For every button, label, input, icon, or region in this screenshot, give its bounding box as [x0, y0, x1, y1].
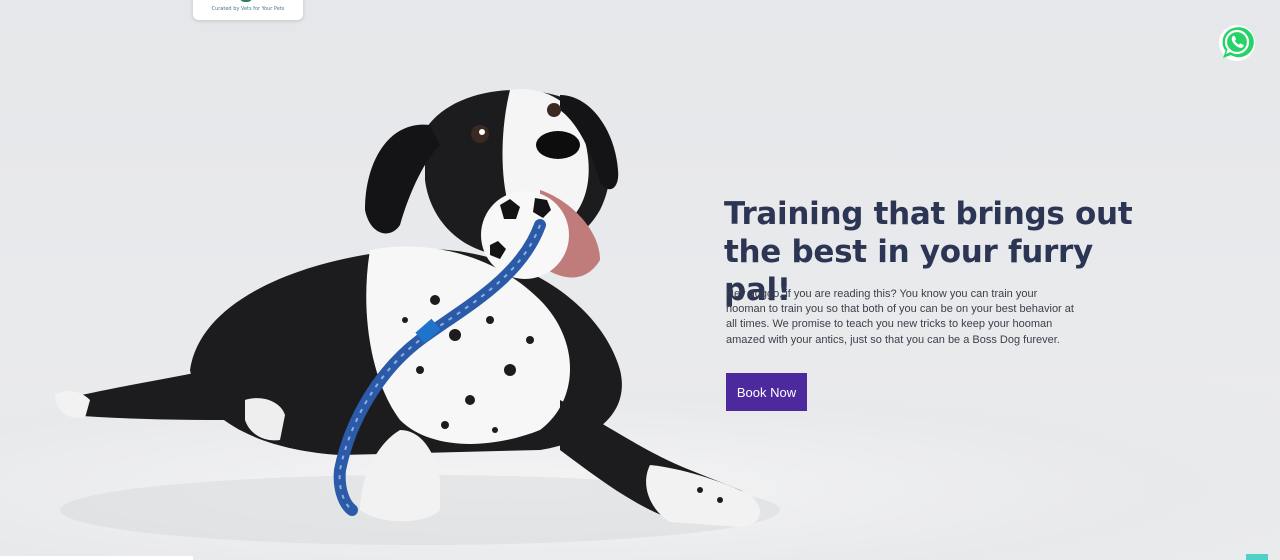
hero-description: Hey doggo, if you are reading this? You …: [726, 288, 1074, 346]
whatsapp-icon[interactable]: [1217, 23, 1257, 63]
site-logo[interactable]: Curated by Vets for Your Pets: [193, 0, 303, 20]
bottom-divider: [0, 556, 193, 560]
hero-section: Curated by Vets for Your Pets Training t…: [0, 0, 1280, 560]
logo-tagline: Curated by Vets for Your Pets: [211, 6, 285, 12]
scroll-to-top-icon[interactable]: [1246, 554, 1268, 560]
logo-mark-icon: [239, 0, 253, 2]
book-now-button[interactable]: Book Now: [726, 373, 807, 411]
dog-image: [55, 89, 780, 545]
